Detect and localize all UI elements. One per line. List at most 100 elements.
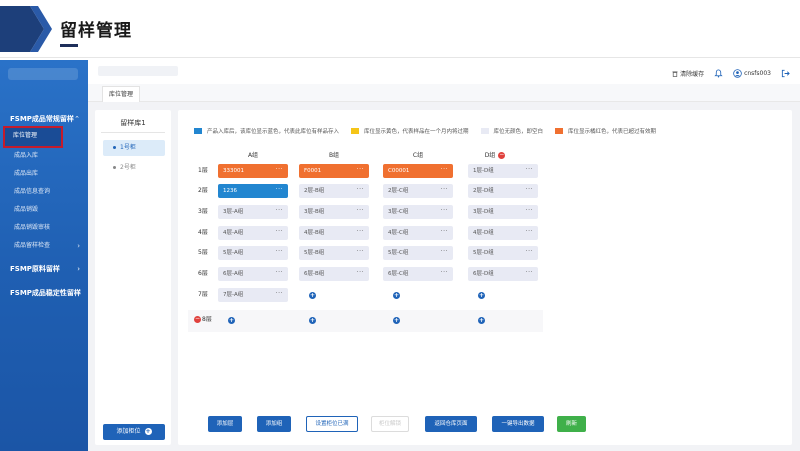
legend-text: 产品入库后，该库位显示蓝色，代表此库位有样品存入 bbox=[207, 129, 340, 135]
location-cell[interactable]: 6层-C组 ··· bbox=[383, 267, 453, 281]
more-options-icon[interactable]: ··· bbox=[441, 204, 448, 218]
tab-location-management[interactable]: 库位管理 bbox=[102, 86, 141, 102]
row-header: 7层 bbox=[198, 288, 214, 302]
sidebar-item-product-destroy[interactable]: 成品销毁 bbox=[0, 202, 88, 218]
location-label: 3层-A组 bbox=[223, 209, 244, 215]
cabinet-item-2[interactable]: 2号柜 bbox=[103, 160, 165, 176]
more-options-icon[interactable]: ··· bbox=[276, 266, 283, 280]
notifications-button[interactable] bbox=[714, 68, 723, 78]
add-location-icon[interactable]: + bbox=[478, 292, 485, 299]
user-menu[interactable]: cnsfs003 bbox=[733, 68, 771, 78]
sidebar-item-product-inbound[interactable]: 成品入库 bbox=[0, 148, 88, 164]
location-cell[interactable]: 2层-C组 ··· bbox=[383, 184, 453, 198]
more-options-icon[interactable]: ··· bbox=[357, 225, 364, 239]
cabinet-label: 1号柜 bbox=[120, 144, 136, 151]
clear-cache-button[interactable]: 清除缓存 bbox=[672, 69, 704, 78]
add-location-icon[interactable]: + bbox=[393, 317, 400, 324]
more-options-icon[interactable]: ··· bbox=[526, 225, 533, 239]
more-options-icon[interactable]: ··· bbox=[441, 183, 448, 197]
location-cell[interactable]: 4层-A组 ··· bbox=[218, 226, 288, 240]
add-cabinet-button[interactable]: 添加柜位 + bbox=[103, 424, 165, 440]
export-data-button[interactable]: 一键导出数据 bbox=[492, 416, 544, 432]
cabinet-item-1[interactable]: 1号柜 bbox=[103, 140, 165, 156]
location-label: 3层-D组 bbox=[473, 209, 494, 215]
add-layer-button[interactable]: 添加层 bbox=[208, 416, 242, 432]
location-cell[interactable]: C00001 ··· bbox=[383, 164, 453, 178]
location-cell[interactable]: 4层-B组 ··· bbox=[299, 226, 369, 240]
location-cell[interactable]: 333001 ··· bbox=[218, 164, 288, 178]
more-options-icon[interactable]: ··· bbox=[441, 266, 448, 280]
more-options-icon[interactable]: ··· bbox=[276, 245, 283, 259]
location-cell[interactable]: 5层-D组 ··· bbox=[468, 246, 538, 260]
sidebar-item-label: 成品销毁审核 bbox=[14, 224, 51, 231]
bullet-icon bbox=[113, 146, 116, 149]
location-cell[interactable]: 2层-D组 ··· bbox=[468, 184, 538, 198]
more-options-icon[interactable]: ··· bbox=[441, 225, 448, 239]
more-options-icon[interactable]: ··· bbox=[357, 266, 364, 280]
sidebar-group-fsmp-stability[interactable]: FSMP成品稳定性留样 › bbox=[0, 284, 88, 302]
more-options-icon[interactable]: ··· bbox=[526, 204, 533, 218]
more-options-icon[interactable]: ··· bbox=[357, 163, 364, 177]
location-cell[interactable]: 6层-D组 ··· bbox=[468, 267, 538, 281]
more-options-icon[interactable]: ··· bbox=[276, 287, 283, 301]
location-label: 2层-C组 bbox=[388, 188, 409, 194]
location-cell[interactable]: 3层-B组 ··· bbox=[299, 205, 369, 219]
sidebar-item-sample-check[interactable]: 成品留样检查 › bbox=[0, 238, 88, 254]
more-options-icon[interactable]: ··· bbox=[526, 163, 533, 177]
remove-row-icon[interactable]: − bbox=[194, 316, 201, 323]
more-options-icon[interactable]: ··· bbox=[441, 163, 448, 177]
more-options-icon[interactable]: ··· bbox=[357, 204, 364, 218]
add-location-icon[interactable]: + bbox=[478, 317, 485, 324]
unlock-cabinet-button[interactable]: 柜位解锁 bbox=[371, 416, 409, 432]
location-cell[interactable]: 3层-A组 ··· bbox=[218, 205, 288, 219]
location-cell[interactable]: 6层-B组 ··· bbox=[299, 267, 369, 281]
location-cell[interactable]: 5层-A组 ··· bbox=[218, 246, 288, 260]
location-cell[interactable]: 6层-A组 ··· bbox=[218, 267, 288, 281]
location-cell[interactable]: 7层-A组 ··· bbox=[218, 288, 288, 302]
more-options-icon[interactable]: ··· bbox=[276, 163, 283, 177]
more-options-icon[interactable]: ··· bbox=[276, 183, 283, 197]
legend-swatch-orange bbox=[555, 128, 564, 134]
sidebar-item-label: 成品信息查询 bbox=[14, 188, 51, 195]
location-cell[interactable]: 3层-D组 ··· bbox=[468, 205, 538, 219]
sidebar-item-product-query[interactable]: 成品信息查询 bbox=[0, 184, 88, 200]
row-header: 6层 bbox=[198, 267, 214, 281]
location-cell[interactable]: 1236 ··· bbox=[218, 184, 288, 198]
logout-button[interactable] bbox=[781, 69, 790, 78]
add-location-icon[interactable]: + bbox=[228, 317, 235, 324]
chevron-right-icon: › bbox=[77, 289, 80, 297]
set-cabinet-full-button[interactable]: 设置柜位已满 bbox=[306, 416, 358, 432]
location-cell[interactable]: 5层-B组 ··· bbox=[299, 246, 369, 260]
add-location-icon[interactable]: + bbox=[309, 292, 316, 299]
column-label: B组 bbox=[328, 152, 340, 159]
tab-bar: 库位管理 bbox=[88, 84, 800, 102]
more-options-icon[interactable]: ··· bbox=[357, 183, 364, 197]
add-location-icon[interactable]: + bbox=[309, 317, 316, 324]
remove-column-icon[interactable]: − bbox=[498, 152, 506, 159]
more-options-icon[interactable]: ··· bbox=[357, 245, 364, 259]
more-options-icon[interactable]: ··· bbox=[441, 245, 448, 259]
more-options-icon[interactable]: ··· bbox=[276, 204, 283, 218]
location-cell[interactable]: 1层-D组 ··· bbox=[468, 164, 538, 178]
more-options-icon[interactable]: ··· bbox=[276, 225, 283, 239]
location-cell[interactable]: 4层-D组 ··· bbox=[468, 226, 538, 240]
add-group-button[interactable]: 添加组 bbox=[257, 416, 291, 432]
location-label: 5层-C组 bbox=[388, 250, 409, 256]
back-to-warehouse-button[interactable]: 返回仓库页面 bbox=[425, 416, 477, 432]
location-cell[interactable]: 2层-B组 ··· bbox=[299, 184, 369, 198]
sidebar-group-fsmp-raw[interactable]: FSMP原料留样 › bbox=[0, 260, 88, 278]
location-cell[interactable]: 4层-C组 ··· bbox=[383, 226, 453, 240]
more-options-icon[interactable]: ··· bbox=[526, 245, 533, 259]
sidebar-item-destroy-review[interactable]: 成品销毁审核 bbox=[0, 220, 88, 236]
location-cell[interactable]: 3层-C组 ··· bbox=[383, 205, 453, 219]
more-options-icon[interactable]: ··· bbox=[526, 266, 533, 280]
add-location-icon[interactable]: + bbox=[393, 292, 400, 299]
location-cell[interactable]: F0001 ··· bbox=[299, 164, 369, 178]
location-cell[interactable]: 5层-C组 ··· bbox=[383, 246, 453, 260]
sidebar-item-product-outbound[interactable]: 成品出库 bbox=[0, 166, 88, 182]
refresh-button[interactable]: 刷新 bbox=[557, 416, 586, 432]
legend-item-empty: 库位无颜色，即空白 bbox=[480, 127, 543, 135]
sidebar-item-location-management[interactable]: 库位管理 bbox=[3, 126, 63, 148]
location-label: 5层-A组 bbox=[223, 250, 244, 256]
more-options-icon[interactable]: ··· bbox=[526, 183, 533, 197]
